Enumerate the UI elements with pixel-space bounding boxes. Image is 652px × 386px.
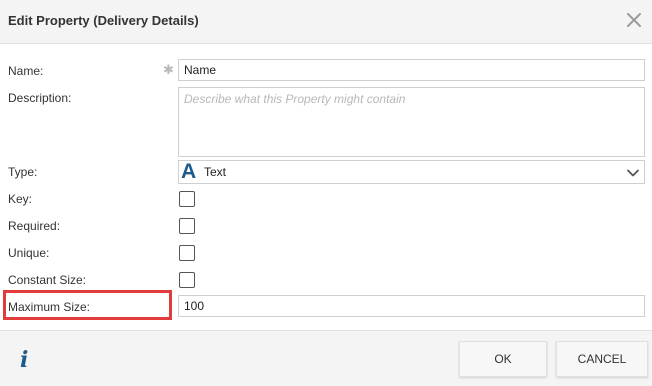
- required-checkbox[interactable]: [179, 218, 195, 234]
- unique-checkbox[interactable]: [179, 245, 195, 261]
- edit-property-dialog: Edit Property (Delivery Details) Name: ✱…: [0, 0, 652, 386]
- chevron-down-icon: [626, 166, 640, 180]
- name-input[interactable]: [178, 59, 645, 81]
- description-textarea[interactable]: [178, 87, 645, 157]
- dialog-header: Edit Property (Delivery Details): [0, 0, 652, 44]
- required-star-icon: ✱: [163, 62, 174, 77]
- close-icon[interactable]: [624, 10, 644, 30]
- maximum-size-label: Maximum Size:: [8, 300, 91, 314]
- unique-label: Unique:: [8, 246, 50, 260]
- required-label: Required:: [8, 219, 61, 233]
- key-label: Key:: [8, 192, 33, 206]
- cancel-button[interactable]: CANCEL: [556, 341, 648, 377]
- key-checkbox[interactable]: [179, 191, 195, 207]
- type-select-value: Text: [204, 165, 227, 179]
- text-type-icon: A: [181, 160, 197, 183]
- constant-size-checkbox[interactable]: [179, 272, 195, 288]
- dialog-body: Name: ✱ Description: Type: A Text Key: R…: [0, 45, 652, 330]
- type-label: Type:: [8, 165, 38, 179]
- name-label: Name:: [8, 64, 44, 78]
- ok-button[interactable]: OK: [459, 341, 547, 377]
- dialog-title: Edit Property (Delivery Details): [8, 13, 199, 28]
- constant-size-label: Constant Size:: [8, 273, 87, 287]
- dialog-footer: i OK CANCEL: [0, 330, 652, 386]
- description-label: Description:: [8, 91, 72, 105]
- maximum-size-input[interactable]: [178, 295, 645, 317]
- type-select[interactable]: A Text: [178, 160, 645, 184]
- info-icon[interactable]: i: [20, 349, 28, 371]
